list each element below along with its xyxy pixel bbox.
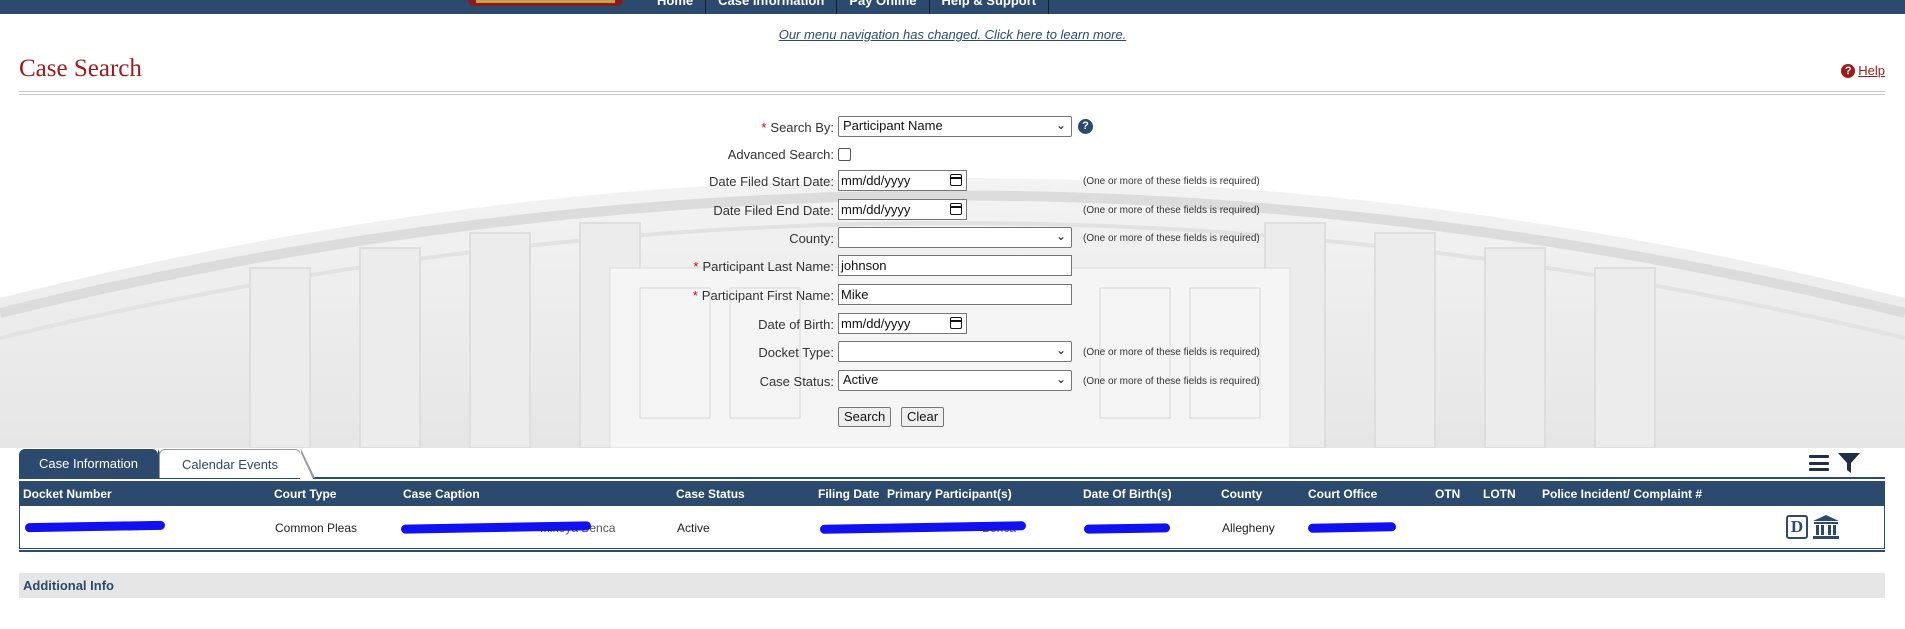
redacted-docket-number [24, 520, 166, 533]
last-name-label: * Participant Last Name: [693, 259, 834, 274]
row-actions: D [1786, 514, 1840, 540]
docket-type-label: Docket Type: [758, 345, 834, 360]
docket-type-select[interactable]: ⌄ [838, 341, 1072, 362]
col-county[interactable]: County [1221, 487, 1262, 501]
last-name-row: * Participant Last Name: johnson [0, 255, 1905, 279]
table-bottom-border [19, 550, 1885, 552]
participant-last-name-input[interactable]: johnson [838, 255, 1072, 276]
search-by-select[interactable]: Participant Name ⌄ [838, 116, 1072, 137]
results-table: Docket Number Court Type Case Caption Ca… [19, 481, 1885, 549]
cell-court-type: Common Pleas [275, 521, 358, 535]
calendar-icon[interactable] [950, 317, 962, 329]
required-hint: (One or more of these fields is required… [1083, 205, 1260, 216]
site-logo[interactable] [468, 0, 623, 6]
col-filing-date[interactable]: Filing Date [818, 487, 879, 501]
cell-case-status: Active [677, 521, 710, 535]
required-hint: (One or more of these fields is required… [1083, 347, 1260, 358]
help-link-label: Help [1858, 63, 1885, 78]
chevron-down-icon: ⌄ [1055, 118, 1066, 132]
filter-icon[interactable] [1837, 452, 1861, 474]
required-hint: (One or more of these fields is required… [1083, 176, 1260, 187]
nav-case-information[interactable]: Case Information [706, 0, 838, 14]
tab-calendar-events[interactable]: Calendar Events [159, 449, 315, 479]
calendar-icon[interactable] [950, 203, 962, 215]
col-docket-number[interactable]: Docket Number [23, 487, 112, 501]
title-divider [19, 91, 1885, 95]
search-button[interactable]: Search [838, 407, 892, 427]
chevron-down-icon: ⌄ [1055, 229, 1066, 243]
menu-change-notice-link[interactable]: Our menu navigation has changed. Click h… [0, 27, 1905, 42]
required-hint: (One or more of these fields is required… [1083, 376, 1260, 387]
top-nav-bar: Home Case Information Pay Online Help & … [0, 0, 1905, 14]
docket-type-row: Docket Type: ⌄ (One or more of these fie… [0, 341, 1905, 365]
dob-row: Date of Birth: mm/dd/yyyy [0, 313, 1905, 337]
additional-info-section-header[interactable]: Additional Info [19, 573, 1885, 598]
case-status-select[interactable]: Active ⌄ [838, 370, 1072, 391]
nav-home[interactable]: Home [645, 0, 707, 14]
advanced-search-row: Advanced Search: [0, 143, 1905, 167]
search-by-row: * Search By: Participant Name ⌄ ? [0, 116, 1905, 140]
cell-county: Allegheny [1222, 521, 1275, 535]
chevron-down-icon: ⌄ [1055, 372, 1066, 386]
col-court-office[interactable]: Court Office [1308, 487, 1377, 501]
date-filed-start-input[interactable]: mm/dd/yyyy [838, 170, 967, 191]
nav-help-support[interactable]: Help & Support [930, 0, 1050, 14]
county-row: County: ⌄ (One or more of these fields i… [0, 227, 1905, 251]
county-label: County: [789, 231, 834, 246]
county-select[interactable]: ⌄ [838, 227, 1072, 248]
table-row[interactable]: Common Pleas Mikeya Benca Active Benca A… [19, 506, 1885, 549]
required-hint: (One or more of these fields is required… [1083, 233, 1260, 244]
col-case-caption[interactable]: Case Caption [403, 487, 480, 501]
table-tools [1809, 452, 1861, 474]
participant-first-name-input[interactable]: Mike [838, 284, 1072, 305]
date-filed-end-input[interactable]: mm/dd/yyyy [838, 199, 967, 220]
help-link[interactable]: ? Help [1841, 63, 1885, 78]
case-status-row: Case Status: Active ⌄ (One or more of the… [0, 370, 1905, 394]
redacted-date-of-birth [1083, 523, 1171, 534]
tab-case-information[interactable]: Case Information [19, 449, 172, 478]
court-summary-icon[interactable] [1812, 514, 1840, 540]
col-otn[interactable]: OTN [1435, 487, 1460, 501]
case-status-label: Case Status: [759, 374, 834, 389]
table-header: Docket Number Court Type Case Caption Ca… [19, 481, 1885, 506]
redacted-court-office [1307, 522, 1397, 533]
col-lotn[interactable]: LOTN [1483, 487, 1516, 501]
help-icon: ? [1841, 63, 1856, 78]
menu-icon[interactable] [1809, 455, 1829, 471]
advanced-search-label: Advanced Search: [727, 147, 834, 162]
docket-sheet-icon[interactable]: D [1786, 515, 1808, 539]
nav-pay-online[interactable]: Pay Online [837, 0, 930, 14]
col-date-of-birth[interactable]: Date Of Birth(s) [1083, 487, 1172, 501]
date-end-row: Date Filed End Date: mm/dd/yyyy (One or … [0, 199, 1905, 223]
calendar-icon[interactable] [950, 174, 962, 186]
col-case-status[interactable]: Case Status [676, 487, 745, 501]
col-primary-participants[interactable]: Primary Participant(s) [887, 487, 1012, 501]
first-name-label: * Participant First Name: [692, 288, 834, 303]
search-by-label: * Search By: [761, 120, 834, 135]
first-name-row: * Participant First Name: Mike [0, 284, 1905, 308]
col-police-incident[interactable]: Police Incident/ Complaint # [1542, 487, 1702, 501]
date-start-row: Date Filed Start Date: mm/dd/yyyy (One o… [0, 170, 1905, 194]
clear-button[interactable]: Clear [901, 407, 945, 427]
dob-label: Date of Birth: [758, 317, 834, 332]
date-start-label: Date Filed Start Date: [709, 174, 834, 189]
question-icon[interactable]: ? [1078, 119, 1093, 134]
advanced-search-checkbox[interactable] [838, 148, 851, 161]
date-end-label: Date Filed End Date: [713, 203, 834, 218]
page-title: Case Search [19, 55, 142, 82]
col-court-type[interactable]: Court Type [274, 487, 336, 501]
chevron-down-icon: ⌄ [1055, 343, 1066, 357]
main-menu: Home Case Information Pay Online Help & … [645, 0, 1050, 14]
date-of-birth-input[interactable]: mm/dd/yyyy [838, 313, 967, 334]
